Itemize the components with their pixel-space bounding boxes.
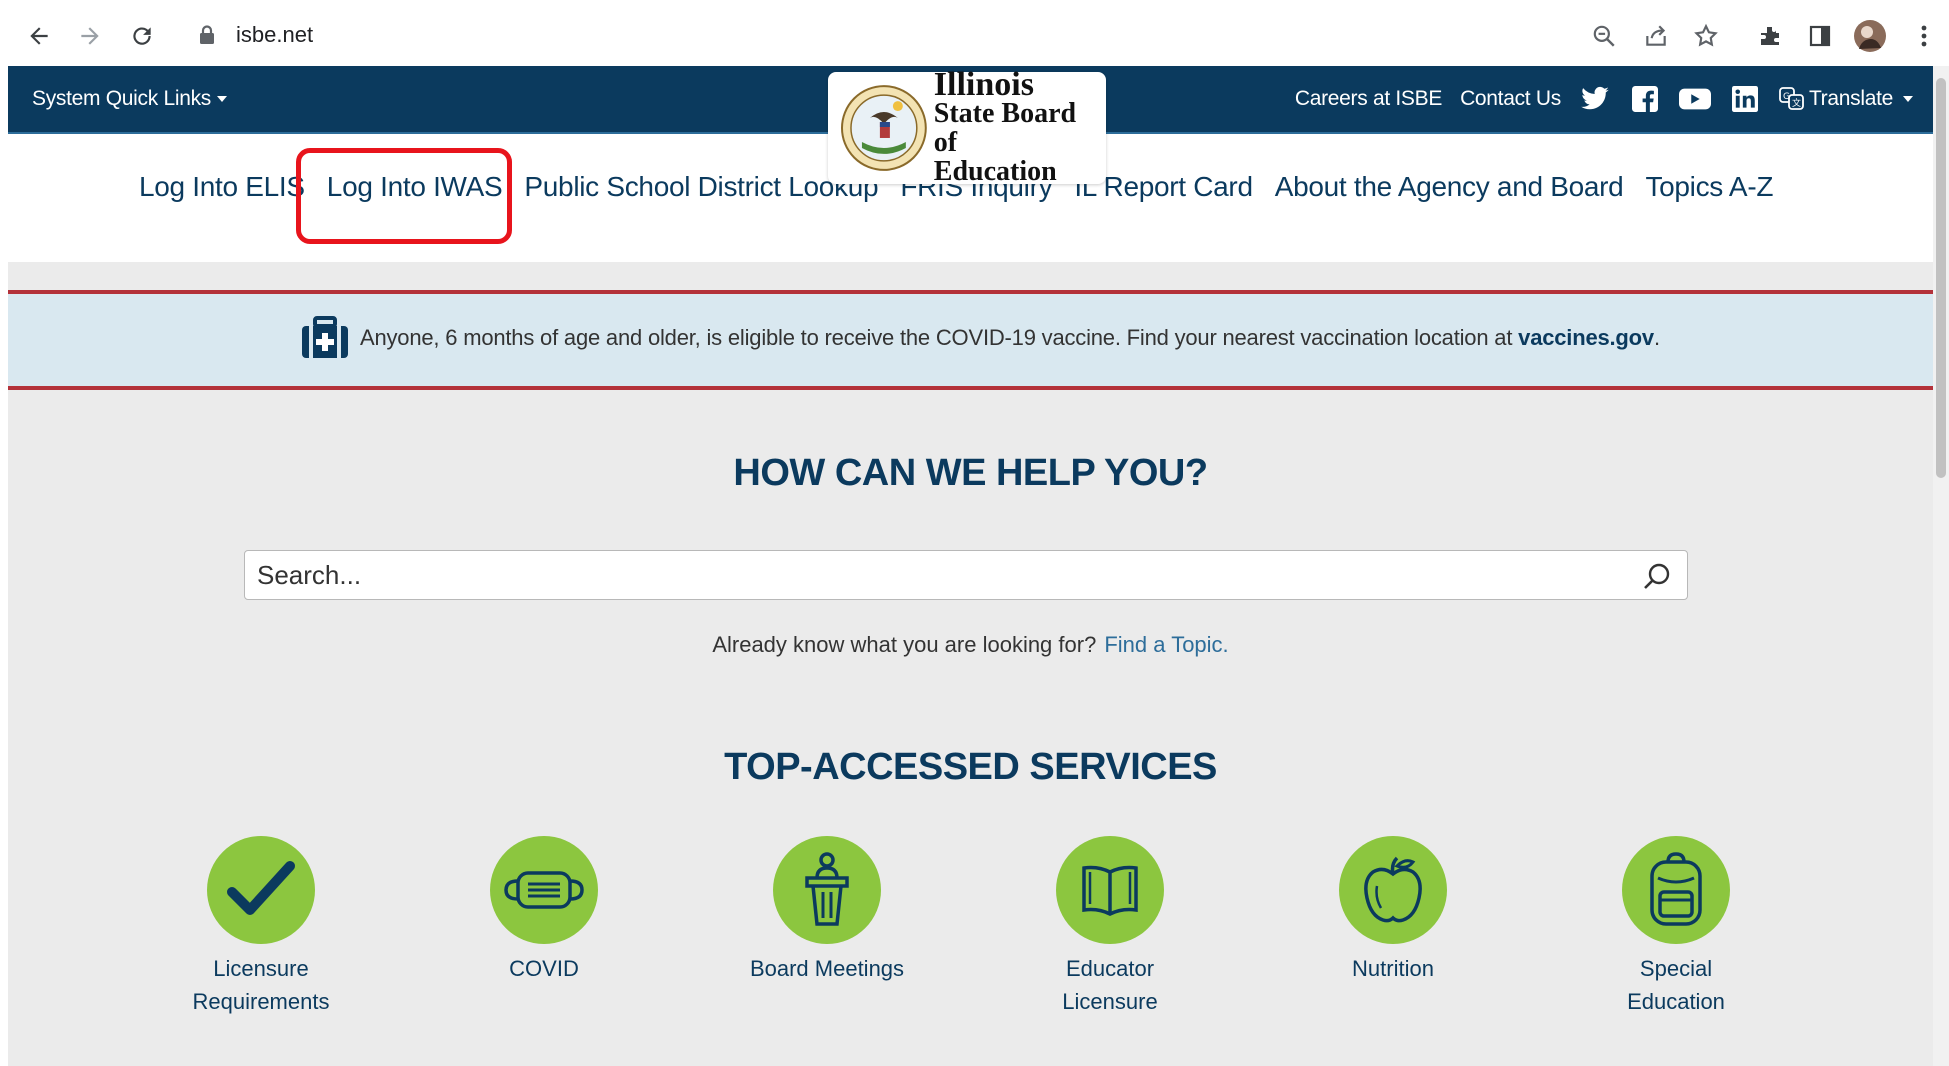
page-scrollbar[interactable] xyxy=(1933,66,1949,1066)
quick-links-label: System Quick Links xyxy=(32,87,211,110)
extensions-icon[interactable] xyxy=(1748,14,1792,58)
browser-toolbar: isbe.net xyxy=(0,0,1949,68)
isbe-logo[interactable]: Illinois State Board of Education xyxy=(828,66,1106,187)
translate-icon: G文 xyxy=(1779,87,1804,110)
logo-line-3: Education xyxy=(933,156,1057,187)
contact-link[interactable]: Contact Us xyxy=(1460,87,1561,111)
service-label: Nutrition xyxy=(1352,956,1434,981)
already-know-text: Already know what you are looking for? xyxy=(712,632,1097,657)
svg-text:G: G xyxy=(1783,92,1790,102)
svg-text:文: 文 xyxy=(1792,97,1801,109)
address-bar[interactable]: isbe.net xyxy=(180,12,1620,58)
service-label: Educator Licensure xyxy=(1062,956,1158,1014)
service-label: Board Meetings xyxy=(749,956,905,981)
forward-button[interactable] xyxy=(68,14,112,58)
caret-down-icon xyxy=(1903,96,1913,102)
caret-down-icon xyxy=(217,96,227,103)
url-text[interactable]: isbe.net xyxy=(236,22,313,48)
system-quick-links-dropdown[interactable]: System Quick Links xyxy=(32,66,227,132)
service-board-meetings[interactable]: Board Meetings xyxy=(717,836,937,985)
linkedin-icon[interactable] xyxy=(1729,85,1761,113)
medical-kit-icon xyxy=(302,316,348,358)
facebook-icon[interactable] xyxy=(1629,85,1661,113)
logo-line-2: State Board of xyxy=(933,98,1077,158)
search-input[interactable] xyxy=(245,551,1687,599)
page-viewport: System Quick Links Careers at ISBE Conta… xyxy=(8,66,1933,1066)
service-label: COVID xyxy=(509,956,579,981)
book-icon xyxy=(1056,836,1164,944)
search-icon[interactable] xyxy=(1641,561,1673,593)
side-panel-icon[interactable] xyxy=(1798,14,1842,58)
state-seal-icon xyxy=(840,85,927,171)
menu-dots-icon[interactable] xyxy=(1902,14,1946,58)
service-special-education[interactable]: Special Education xyxy=(1566,836,1786,1018)
alert-message: Anyone, 6 months of age and older, is el… xyxy=(360,325,1519,350)
vaccines-gov-link[interactable]: vaccines.gov xyxy=(1518,325,1654,350)
alert-content: Anyone, 6 months of age and older, is el… xyxy=(300,316,1660,360)
backpack-icon xyxy=(1622,836,1730,944)
search-box[interactable] xyxy=(244,550,1688,600)
lock-icon[interactable] xyxy=(196,24,218,46)
careers-link[interactable]: Careers at ISBE xyxy=(1295,87,1443,111)
services-heading: TOP-ACCESSED SERVICES xyxy=(724,746,1217,788)
face-mask-icon xyxy=(490,836,598,944)
covid-alert-banner: Anyone, 6 months of age and older, is el… xyxy=(8,290,1933,390)
share-icon[interactable] xyxy=(1634,14,1678,58)
logo-wordmark: Illinois State Board of Education xyxy=(933,66,1106,187)
service-nutrition[interactable]: Nutrition xyxy=(1283,836,1503,985)
translate-label: Translate xyxy=(1808,87,1893,110)
find-a-topic-link[interactable]: Find a Topic. xyxy=(1104,632,1228,657)
service-label: Special Education xyxy=(1627,956,1725,1014)
translate-dropdown[interactable]: G文 Translate xyxy=(1779,87,1913,111)
nav-about-the-agency-and-board[interactable]: About the Agency and Board xyxy=(1264,160,1635,214)
alert-text: Anyone, 6 months of age and older, is el… xyxy=(360,325,1660,351)
apple-icon xyxy=(1339,836,1447,944)
reload-button[interactable] xyxy=(120,14,164,58)
nav-topics-a-z[interactable]: Topics A-Z xyxy=(1634,160,1784,214)
services-grid: Licensure Requirements COVID Board Meetin… xyxy=(8,836,1933,1036)
nav-log-into-elis[interactable]: Log Into ELIS xyxy=(128,160,316,214)
back-button[interactable] xyxy=(17,14,61,58)
service-label: Licensure Requirements xyxy=(192,956,330,1014)
service-educator-licensure[interactable]: Educator Licensure xyxy=(1000,836,1220,1018)
profile-avatar[interactable] xyxy=(1848,14,1892,58)
podium-icon xyxy=(773,836,881,944)
highlight-annotation xyxy=(296,148,512,244)
bookmark-star-icon[interactable] xyxy=(1684,14,1728,58)
scrollbar-thumb[interactable] xyxy=(1936,78,1946,478)
logo-line-1: Illinois xyxy=(933,66,1034,103)
alert-trailing: . xyxy=(1653,325,1660,350)
arrow-left-icon xyxy=(30,27,48,45)
service-licensure-requirements[interactable]: Licensure Requirements xyxy=(151,836,371,1018)
zoom-icon[interactable] xyxy=(1582,14,1626,58)
arrow-right-icon xyxy=(81,27,99,45)
youtube-icon[interactable] xyxy=(1678,85,1711,113)
help-heading: HOW CAN WE HELP YOU? xyxy=(733,452,1208,494)
checkmark-icon xyxy=(207,836,315,944)
twitter-icon[interactable] xyxy=(1579,85,1611,113)
reload-icon xyxy=(133,27,151,45)
find-topic-prompt: Already know what you are looking for? Fi… xyxy=(8,632,1933,658)
utility-links: Careers at ISBE Contact Us G文 Translate xyxy=(1295,66,1913,132)
service-covid[interactable]: COVID xyxy=(434,836,654,985)
